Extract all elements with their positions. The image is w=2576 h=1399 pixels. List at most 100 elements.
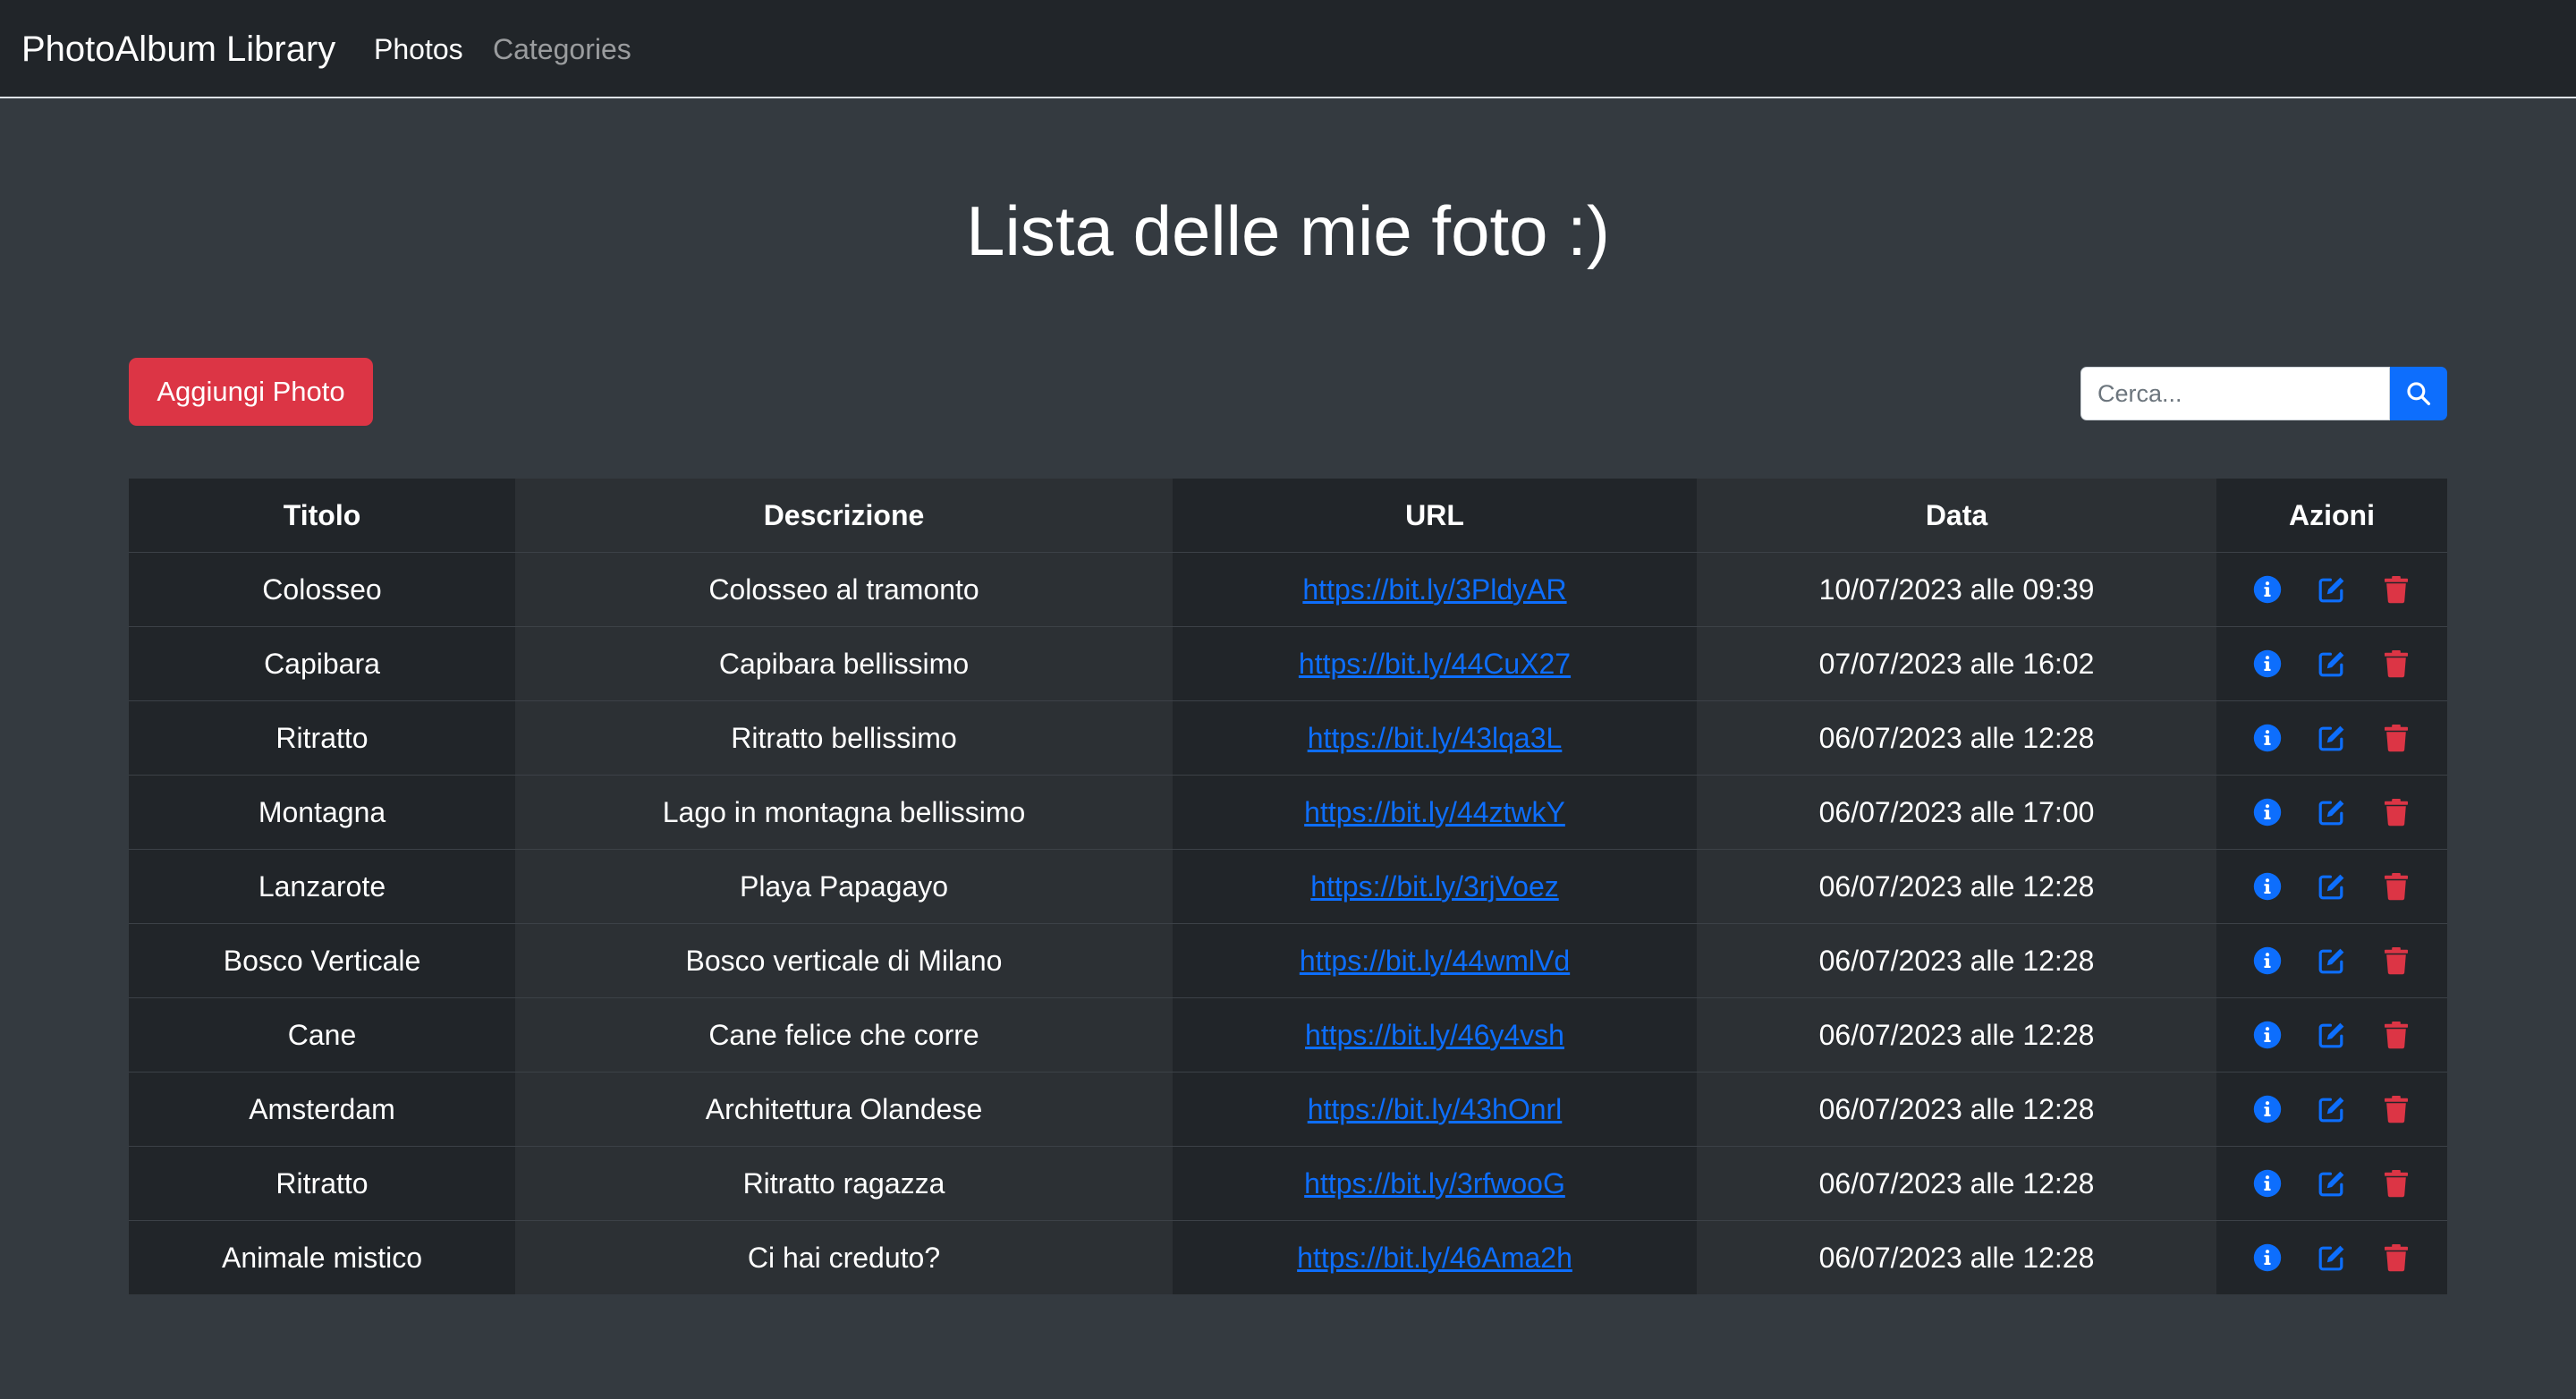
info-icon[interactable]: [2252, 797, 2283, 827]
cell-url: https://bit.ly/44wmlVd: [1173, 923, 1697, 998]
table-row: Cane Cane felice che corre https://bit.l…: [129, 997, 2447, 1073]
table-row: Colosseo Colosseo al tramonto https://bi…: [129, 552, 2447, 627]
header-descrizione: Descrizione: [515, 479, 1173, 553]
header-titolo: Titolo: [129, 479, 515, 553]
cell-actions: [2216, 1072, 2447, 1147]
cell-title: Cane: [129, 997, 515, 1073]
photos-table: Titolo Descrizione URL Data Azioni Colos…: [129, 479, 2447, 1294]
edit-icon[interactable]: [2317, 1020, 2347, 1050]
table-row: Lanzarote Playa Papagayo https://bit.ly/…: [129, 849, 2447, 924]
trash-icon[interactable]: [2381, 1094, 2411, 1124]
edit-icon[interactable]: [2317, 945, 2347, 976]
photo-url-link[interactable]: https://bit.ly/3PldyAR: [1302, 573, 1566, 606]
info-icon[interactable]: [2252, 871, 2283, 902]
info-icon[interactable]: [2252, 945, 2283, 976]
search-form: [2080, 367, 2447, 420]
cell-description: Lago in montagna bellissimo: [515, 775, 1173, 850]
edit-icon[interactable]: [2317, 649, 2347, 679]
edit-icon[interactable]: [2317, 1094, 2347, 1124]
search-button[interactable]: [2390, 367, 2447, 420]
table-row: Montagna Lago in montagna bellissimo htt…: [129, 775, 2447, 850]
cell-title: Ritratto: [129, 700, 515, 776]
trash-icon[interactable]: [2381, 649, 2411, 679]
edit-icon[interactable]: [2317, 723, 2347, 753]
info-icon[interactable]: [2252, 723, 2283, 753]
trash-icon[interactable]: [2381, 1168, 2411, 1199]
cell-url: https://bit.ly/3rjVoez: [1173, 849, 1697, 924]
cell-description: Ci hai creduto?: [515, 1220, 1173, 1294]
cell-url: https://bit.ly/44CuX27: [1173, 626, 1697, 701]
cell-date: 06/07/2023 alle 12:28: [1697, 923, 2216, 998]
cell-actions: [2216, 1220, 2447, 1294]
photo-url-link[interactable]: https://bit.ly/43hOnrl: [1308, 1093, 1563, 1125]
cell-url: https://bit.ly/46y4vsh: [1173, 997, 1697, 1073]
header-data: Data: [1697, 479, 2216, 553]
cell-actions: [2216, 775, 2447, 850]
table-row: Bosco Verticale Bosco verticale di Milan…: [129, 923, 2447, 998]
page-title: Lista delle mie foto :): [966, 191, 1610, 270]
trash-icon[interactable]: [2381, 1020, 2411, 1050]
cell-url: https://bit.ly/43lqa3L: [1173, 700, 1697, 776]
cell-date: 06/07/2023 alle 12:28: [1697, 700, 2216, 776]
trash-icon[interactable]: [2381, 574, 2411, 605]
cell-description: Cane felice che corre: [515, 997, 1173, 1073]
add-photo-button[interactable]: Aggiungi Photo: [129, 358, 373, 426]
trash-icon[interactable]: [2381, 945, 2411, 976]
info-icon[interactable]: [2252, 574, 2283, 605]
header-url: URL: [1173, 479, 1697, 553]
trash-icon[interactable]: [2381, 1242, 2411, 1273]
info-icon[interactable]: [2252, 1168, 2283, 1199]
trash-icon[interactable]: [2381, 723, 2411, 753]
table-row: Ritratto Ritratto ragazza https://bit.ly…: [129, 1146, 2447, 1221]
info-icon[interactable]: [2252, 1020, 2283, 1050]
navbar: PhotoAlbum Library Photos Categories: [0, 0, 2576, 98]
info-icon[interactable]: [2252, 1094, 2283, 1124]
photo-url-link[interactable]: https://bit.ly/44wmlVd: [1300, 945, 1570, 977]
cell-url: https://bit.ly/46Ama2h: [1173, 1220, 1697, 1294]
cell-title: Animale mistico: [129, 1220, 515, 1294]
info-icon[interactable]: [2252, 1242, 2283, 1273]
edit-icon[interactable]: [2317, 797, 2347, 827]
trash-icon[interactable]: [2381, 797, 2411, 827]
edit-icon[interactable]: [2317, 1242, 2347, 1273]
cell-date: 06/07/2023 alle 12:28: [1697, 849, 2216, 924]
cell-actions: [2216, 997, 2447, 1073]
table-body: Colosseo Colosseo al tramonto https://bi…: [129, 552, 2447, 1294]
nav-link-categories[interactable]: Categories: [493, 30, 631, 68]
search-input[interactable]: [2080, 367, 2390, 420]
cell-url: https://bit.ly/3rfwooG: [1173, 1146, 1697, 1221]
cell-date: 10/07/2023 alle 09:39: [1697, 552, 2216, 627]
cell-actions: [2216, 1146, 2447, 1221]
photo-url-link[interactable]: https://bit.ly/3rjVoez: [1310, 870, 1558, 903]
trash-icon[interactable]: [2381, 871, 2411, 902]
navbar-brand[interactable]: PhotoAlbum Library: [21, 27, 335, 72]
edit-icon[interactable]: [2317, 574, 2347, 605]
info-icon[interactable]: [2252, 649, 2283, 679]
cell-title: Montagna: [129, 775, 515, 850]
photo-url-link[interactable]: https://bit.ly/46y4vsh: [1305, 1019, 1564, 1051]
cell-title: Lanzarote: [129, 849, 515, 924]
search-icon: [2406, 381, 2431, 406]
photo-url-link[interactable]: https://bit.ly/43lqa3L: [1308, 722, 1563, 754]
edit-icon[interactable]: [2317, 871, 2347, 902]
cell-actions: [2216, 700, 2447, 776]
cell-actions: [2216, 923, 2447, 998]
photo-url-link[interactable]: https://bit.ly/46Ama2h: [1297, 1242, 1572, 1274]
photo-url-link[interactable]: https://bit.ly/44CuX27: [1299, 648, 1571, 680]
cell-actions: [2216, 552, 2447, 627]
cell-date: 06/07/2023 alle 12:28: [1697, 1072, 2216, 1147]
cell-date: 06/07/2023 alle 12:28: [1697, 1146, 2216, 1221]
table-row: Amsterdam Architettura Olandese https://…: [129, 1072, 2447, 1147]
nav-link-photos[interactable]: Photos: [374, 30, 463, 68]
cell-url: https://bit.ly/44ztwkY: [1173, 775, 1697, 850]
edit-icon[interactable]: [2317, 1168, 2347, 1199]
header-azioni: Azioni: [2216, 479, 2447, 553]
cell-url: https://bit.ly/43hOnrl: [1173, 1072, 1697, 1147]
photo-url-link[interactable]: https://bit.ly/3rfwooG: [1304, 1167, 1565, 1200]
cell-actions: [2216, 849, 2447, 924]
cell-description: Colosseo al tramonto: [515, 552, 1173, 627]
cell-description: Architettura Olandese: [515, 1072, 1173, 1147]
cell-description: Ritratto bellissimo: [515, 700, 1173, 776]
photo-url-link[interactable]: https://bit.ly/44ztwkY: [1304, 796, 1565, 828]
cell-title: Amsterdam: [129, 1072, 515, 1147]
